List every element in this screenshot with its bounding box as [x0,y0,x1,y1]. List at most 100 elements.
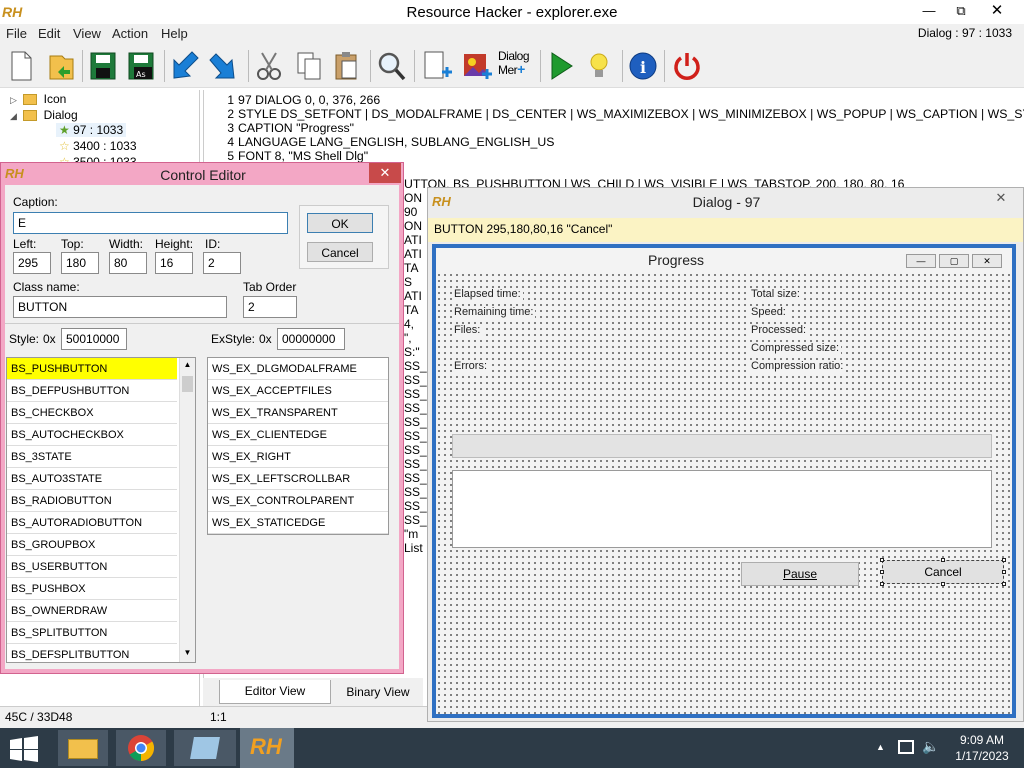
ok-button[interactable]: OK [307,213,373,233]
exstyle-input[interactable]: 00000000 [277,328,345,350]
restore-button[interactable]: ⧉ [946,0,976,22]
progress-bar[interactable] [452,434,992,458]
copy-icon[interactable] [292,48,326,84]
cancel-button-selected[interactable]: Cancel [882,560,1004,584]
resize-handle[interactable] [880,582,884,586]
speed-label[interactable]: Speed: [749,306,788,318]
resize-handle[interactable] [880,570,884,574]
resize-handle[interactable] [1002,558,1006,562]
class-name-input[interactable]: BUTTON [13,296,227,318]
minimize-button[interactable]: — [914,0,944,22]
scroll-thumb[interactable] [182,376,193,392]
exstyle-list-item[interactable]: WS_EX_DLGMODALFRAME [208,358,388,380]
scroll-up-icon[interactable]: ▲ [180,360,195,369]
elapsed-time-label[interactable]: Elapsed time: [452,288,523,300]
tab-editor-view[interactable]: Editor View [219,680,331,704]
id-input[interactable]: 2 [203,252,241,274]
dialog-merge-icon[interactable]: Dialog Mer+ [498,50,534,84]
clock-time[interactable]: 9:09 AM [952,733,1012,747]
menu-edit[interactable]: Edit [38,26,60,41]
resize-handle[interactable] [1002,570,1006,574]
add-resource-icon[interactable] [420,48,454,84]
styles-list[interactable]: BS_PUSHBUTTON BS_DEFPUSHBUTTON BS_CHECKBOX… [6,357,196,663]
height-input[interactable]: 16 [155,252,193,274]
volume-icon[interactable]: 🔈 [922,738,939,755]
save-icon[interactable] [86,48,120,84]
style-list-item[interactable]: BS_RADIOBUTTON [7,490,177,512]
remaining-time-label[interactable]: Remaining time: [452,306,536,318]
menu-action[interactable]: Action [112,26,148,41]
style-list-item[interactable]: BS_AUTO3STATE [7,468,177,490]
exstyles-list[interactable]: WS_EX_DLGMODALFRAME WS_EX_ACCEPTFILES WS_E… [207,357,389,535]
style-input[interactable]: 50010000 [61,328,127,350]
open-icon[interactable] [44,48,78,84]
collapse-icon[interactable]: ◢ [10,111,17,121]
total-size-label[interactable]: Total size: [749,288,802,300]
style-list-item[interactable]: BS_CHECKBOX [7,402,177,424]
cancel-button[interactable]: Cancel [307,242,373,262]
resize-handle[interactable] [941,582,945,586]
expand-icon[interactable]: ▷ [10,95,17,105]
tray-expand-icon[interactable]: ▲ [876,742,885,752]
dialog-canvas[interactable]: Progress — ▢ ✕ Elapsed time: Remaining t… [436,248,1012,714]
exstyle-list-item[interactable]: WS_EX_STATICEDGE [208,512,388,534]
close-button[interactable]: ✕ [986,190,1016,208]
exstyle-list-item[interactable]: WS_EX_CONTROLPARENT [208,490,388,512]
notepad-icon[interactable] [174,730,236,766]
network-icon[interactable] [898,740,914,754]
clock-date[interactable]: 1/17/2023 [948,749,1016,763]
file-explorer-icon[interactable] [58,730,108,766]
menu-help[interactable]: Help [161,26,188,41]
style-list-item[interactable]: BS_DEFPUSHBUTTON [7,380,177,402]
style-list-item[interactable]: BS_PUSHBOX [7,578,177,600]
lightbulb-icon[interactable] [582,48,616,84]
log-textbox[interactable] [452,470,992,548]
resize-handle[interactable] [880,558,884,562]
exstyle-list-item[interactable]: WS_EX_TRANSPARENT [208,402,388,424]
forward-icon[interactable] [206,48,240,84]
info-icon[interactable]: i [626,48,660,84]
style-list-item[interactable]: BS_USERBUTTON [7,556,177,578]
processed-label[interactable]: Processed: [749,324,809,336]
close-button[interactable]: ✕ [982,0,1012,22]
back-icon[interactable] [168,48,202,84]
width-input[interactable]: 80 [109,252,147,274]
chrome-icon[interactable] [116,730,166,766]
exstyle-list-item[interactable]: WS_EX_ACCEPTFILES [208,380,388,402]
new-file-icon[interactable] [4,48,38,84]
menu-file[interactable]: File [6,26,27,41]
exstyle-list-item[interactable]: WS_EX_CLIENTEDGE [208,424,388,446]
add-image-icon[interactable] [460,48,494,84]
tree-item-dialog[interactable]: ◢ Dialog [10,108,78,122]
save-as-icon[interactable]: As [124,48,158,84]
style-list-item[interactable]: BS_SPLITBUTTON [7,622,177,644]
tree-item-3400[interactable]: ☆ 3400 : 1033 [56,139,140,153]
tree-item-97[interactable]: ★ 97 : 1033 [56,123,127,137]
find-icon[interactable] [374,48,408,84]
compressed-size-label[interactable]: Compressed size: [749,342,842,354]
caption-input[interactable]: E [13,212,288,234]
windows-start-icon[interactable] [8,736,40,762]
exstyle-list-item[interactable]: WS_EX_LEFTSCROLLBAR [208,468,388,490]
style-list-item[interactable]: BS_3STATE [7,446,177,468]
files-label[interactable]: Files: [452,324,483,336]
exstyle-list-item[interactable]: WS_EX_RIGHT [208,446,388,468]
style-list-item[interactable]: BS_PUSHBUTTON [7,358,177,380]
power-icon[interactable] [670,48,704,84]
top-input[interactable]: 180 [61,252,99,274]
tree-item-icon[interactable]: ▷ Icon [10,92,66,106]
scrollbar[interactable]: ▲ ▼ [179,358,195,662]
menu-view[interactable]: View [73,26,101,41]
cut-icon[interactable] [252,48,286,84]
close-button[interactable]: ✕ [369,163,401,183]
tab-order-input[interactable]: 2 [243,296,297,318]
run-icon[interactable] [544,48,578,84]
style-list-item[interactable]: BS_AUTORADIOBUTTON [7,512,177,534]
resource-hacker-icon[interactable]: RH [240,728,294,768]
style-list-item[interactable]: BS_GROUPBOX [7,534,177,556]
style-list-item[interactable]: BS_DEFSPLITBUTTON [7,644,177,662]
pause-button[interactable]: Pause [741,562,859,586]
scroll-down-icon[interactable]: ▼ [180,648,195,657]
resize-handle[interactable] [941,558,945,562]
resize-handle[interactable] [1002,582,1006,586]
